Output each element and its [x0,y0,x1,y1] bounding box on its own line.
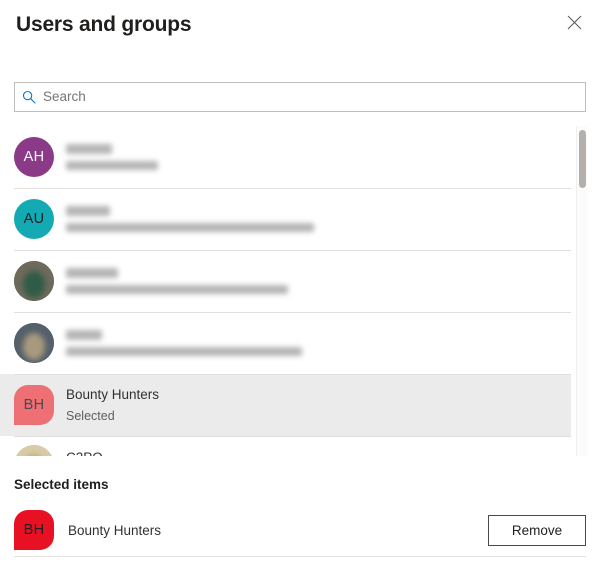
close-button[interactable] [558,6,590,38]
list-item-name: Bounty Hunters [66,387,160,402]
list-item[interactable]: BH Bounty Hunters Selected [0,374,571,436]
selected-items-list: BH Bounty Hunters Remove [14,504,586,557]
list-item-text [66,330,302,356]
people-list-region: AH AU BH Bounty Hunters Selected C3PO [0,126,600,456]
list-item[interactable]: AH [0,126,571,188]
avatar: AH [14,137,54,177]
dialog-header: Users and groups [0,0,600,62]
list-item[interactable]: AU [0,188,571,250]
list-item[interactable] [0,250,571,312]
list-item-text: C3PO [66,436,103,456]
list-item-text [66,144,158,170]
list-item[interactable]: C3PO [0,436,571,456]
list-item-email-redacted [66,347,302,356]
list-item-email-redacted [66,285,288,294]
page-title: Users and groups [16,13,192,36]
search-box[interactable] [14,82,586,112]
remove-button[interactable]: Remove [488,514,586,546]
list-item-email-redacted [66,223,314,232]
search-icon [15,90,43,104]
avatar: BH [14,385,54,425]
selected-item-avatar: BH [14,510,54,550]
list-scroll-thumb[interactable] [579,130,586,188]
close-icon [567,15,582,30]
list-item-name-redacted [66,268,118,278]
list-item[interactable] [0,312,571,374]
list-item-text [66,268,288,294]
avatar [14,445,54,456]
list-scrollbar[interactable] [576,126,587,456]
list-item-name-redacted [66,206,110,216]
list-item-text: Bounty Hunters Selected [66,387,159,423]
list-item-name-redacted [66,330,102,340]
avatar: AU [14,199,54,239]
list-item-status: Selected [66,409,115,423]
search-input[interactable] [43,84,585,110]
selected-item-name: Bounty Hunters [68,522,162,538]
people-list[interactable]: AH AU BH Bounty Hunters Selected C3PO [0,126,571,456]
list-item-email-redacted [66,161,158,170]
selected-items-heading: Selected items [14,477,109,492]
list-item-name: C3PO [66,450,103,456]
selected-item-row: BH Bounty Hunters Remove [14,504,586,557]
list-item-text [66,206,314,232]
avatar [14,323,54,363]
avatar [14,261,54,301]
selected-items-section: Selected items BH Bounty Hunters Remove [0,476,600,557]
list-item-name-redacted [66,144,112,154]
